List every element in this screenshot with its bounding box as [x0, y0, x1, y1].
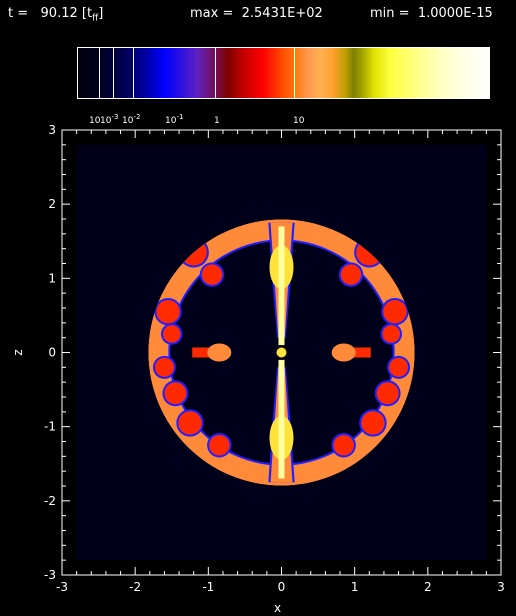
x-tick-label: -2 [129, 580, 141, 594]
instability-finger [389, 357, 409, 377]
y-tick-label: 1 [48, 271, 56, 285]
plot-area: -3-3 -2 -2 -1 -1 0 0 1 1 2 2 3 3 x z [11, 123, 505, 615]
instability-finger [164, 382, 187, 405]
y-tick-label: 2 [48, 197, 56, 211]
equatorial-finger-tip [331, 343, 356, 362]
x-tick-label: 1 [351, 580, 359, 594]
y-tick-label: -1 [44, 420, 56, 434]
instability-finger [361, 411, 385, 435]
x-tick-label: 0 [278, 580, 286, 594]
jet-center [276, 347, 287, 358]
instability-finger [201, 264, 223, 285]
jet-core [278, 359, 285, 479]
instability-finger [376, 382, 399, 405]
x-tick-label: 2 [424, 580, 432, 594]
instability-finger [162, 325, 181, 343]
instability-finger [333, 434, 354, 456]
y-tick-label: 3 [48, 123, 56, 137]
x-tick-label: -1 [202, 580, 214, 594]
instability-finger [178, 411, 202, 435]
x-tick-label: -3 [56, 580, 68, 594]
instability-finger [383, 300, 407, 324]
jet-core [278, 226, 285, 346]
y-tick-label: -3 [44, 568, 56, 582]
y-tick-label: -2 [44, 494, 56, 508]
instability-finger [156, 300, 180, 324]
x-axis-title: x [274, 601, 281, 615]
sphere [148, 219, 415, 486]
instability-finger [154, 357, 174, 377]
instability-finger [209, 434, 230, 456]
y-tick-label: 0 [48, 346, 56, 360]
equatorial-finger-tip [207, 343, 232, 362]
y-axis-title: z [11, 349, 25, 355]
x-tick-label: 3 [497, 580, 505, 594]
instability-finger [340, 264, 362, 285]
instability-finger [382, 325, 401, 343]
density-plot: -3-3 -2 -2 -1 -1 0 0 1 1 2 2 3 3 x z [11, 123, 505, 615]
